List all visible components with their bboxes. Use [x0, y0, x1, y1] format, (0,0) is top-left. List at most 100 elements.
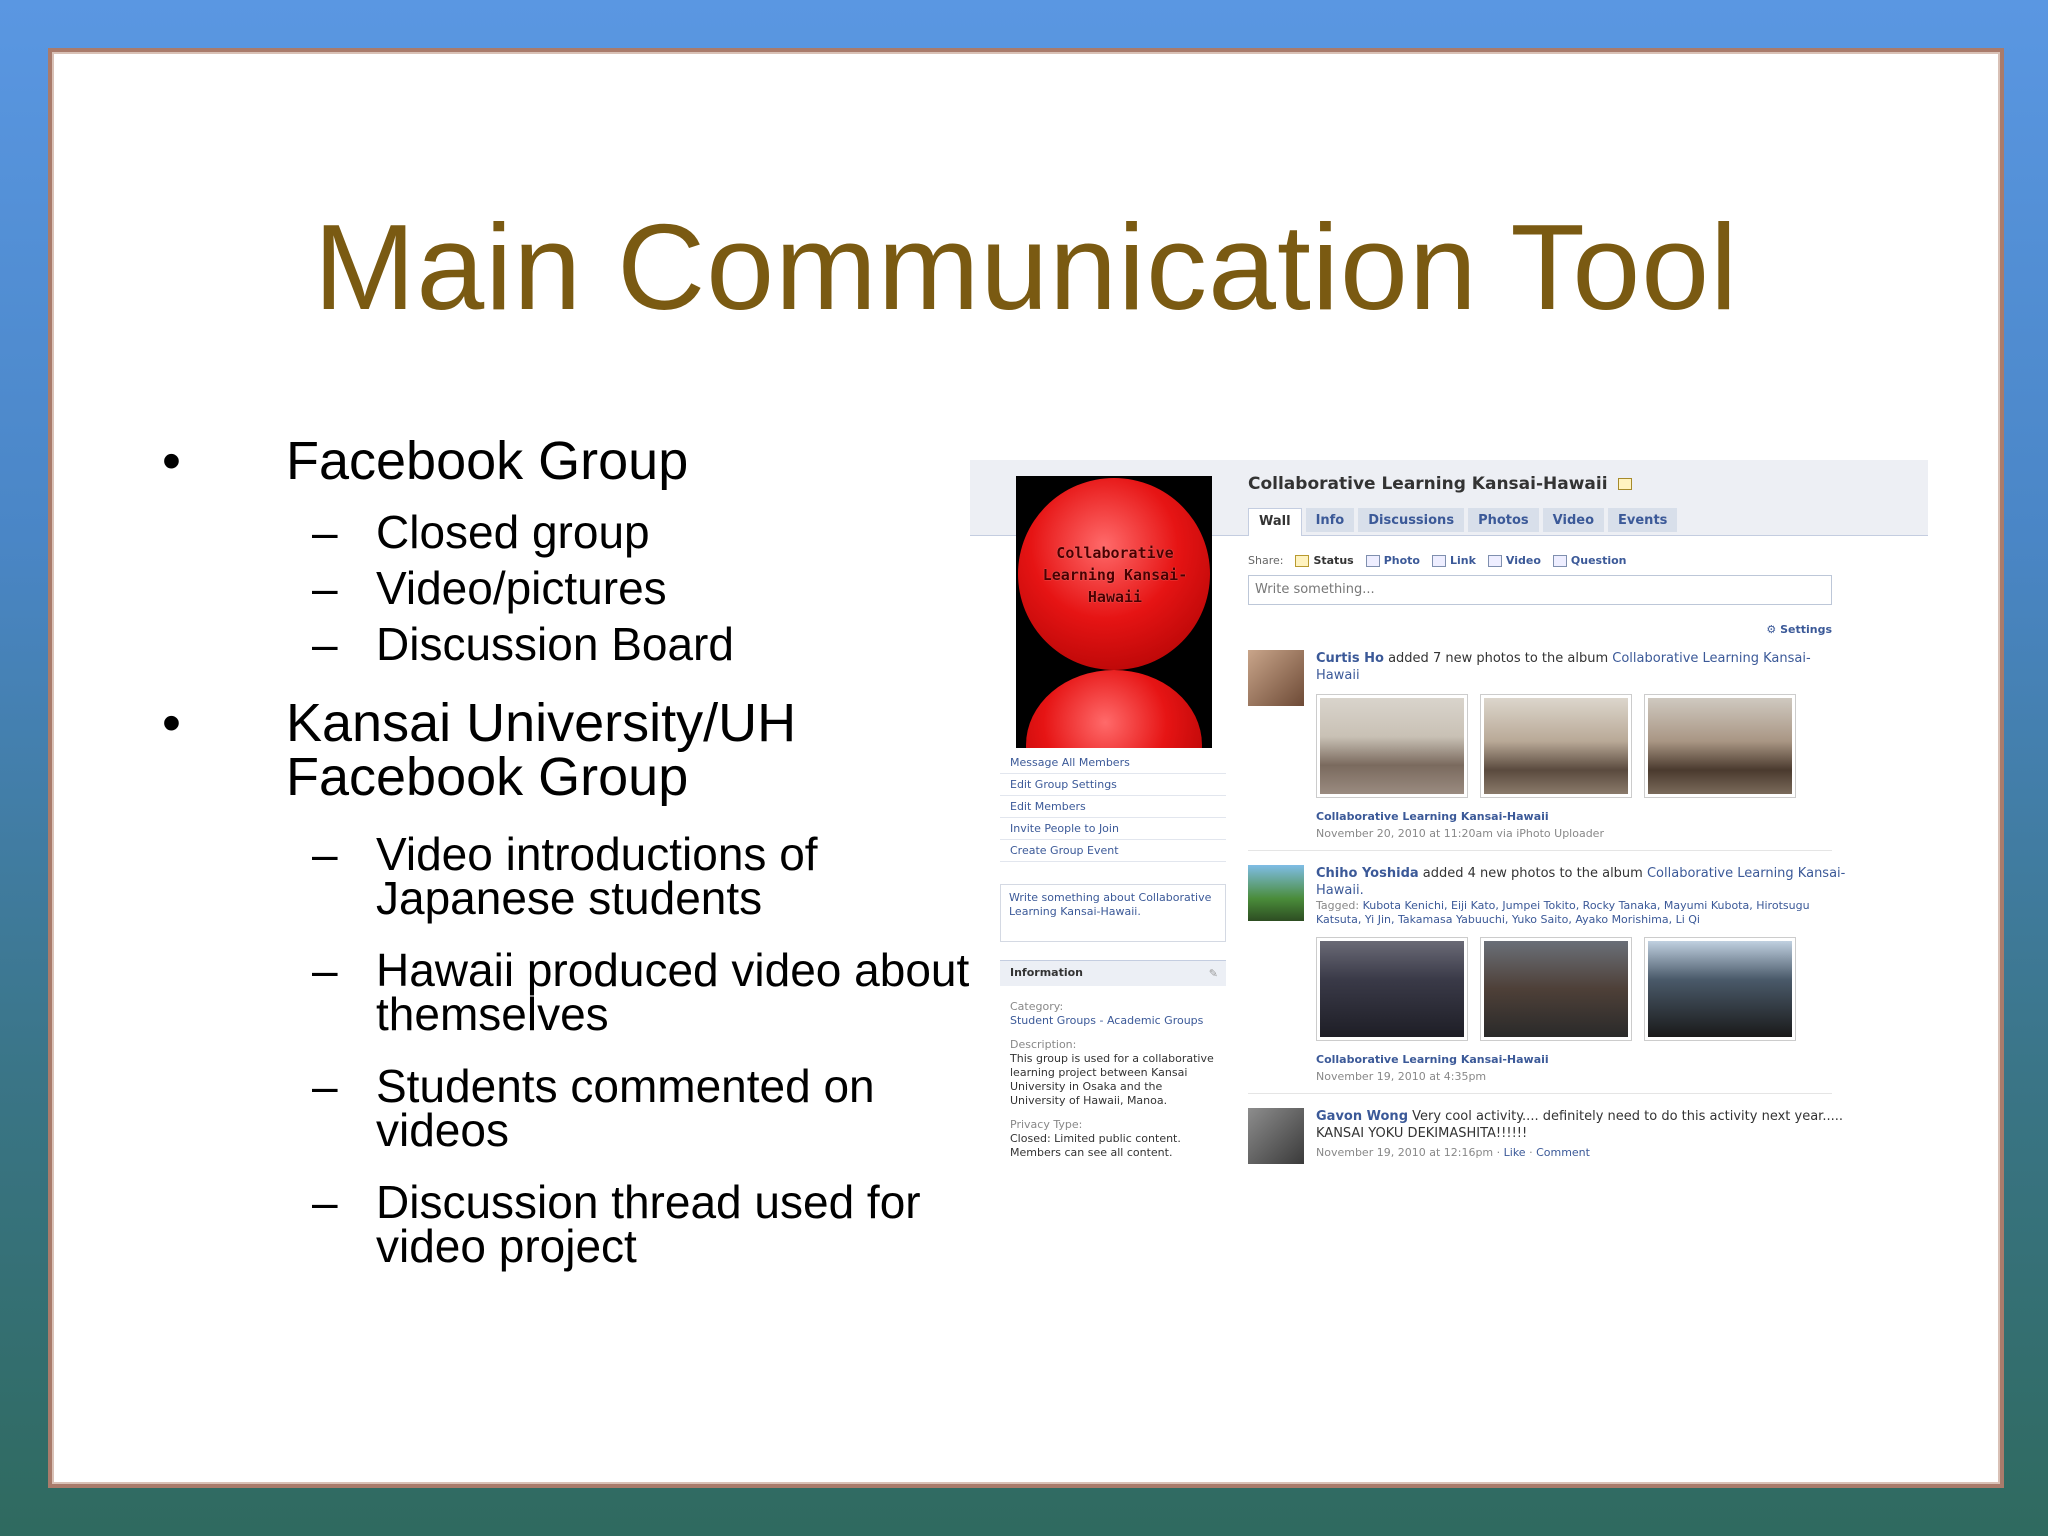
album-title[interactable]: Collaborative Learning Kansai-Hawaii — [1316, 810, 1848, 823]
sub-bullet-item: – Video/pictures — [162, 565, 1022, 611]
dash-glyph: – — [312, 1060, 338, 1112]
share-question-button[interactable]: Question — [1552, 554, 1627, 567]
group-title: Collaborative Learning Kansai-Hawaii — [1248, 474, 1632, 494]
share-photo-label: Photo — [1383, 554, 1420, 567]
post-meta: November 19, 2010 at 12:16pm · Like · Co… — [1316, 1146, 1848, 1159]
group-icon — [1617, 478, 1632, 490]
avatar[interactable] — [1248, 865, 1304, 921]
wall-post: Curtis Ho added 7 new photos to the albu… — [1248, 650, 1848, 840]
description-value: This group is used for a collaborative l… — [1010, 1052, 1214, 1107]
share-link-button[interactable]: Link — [1431, 554, 1476, 567]
meta-separator: · — [1525, 1146, 1537, 1159]
post-author[interactable]: Chiho Yoshida — [1316, 866, 1419, 881]
share-photo-button[interactable]: Photo — [1365, 554, 1420, 567]
photo-thumbnail[interactable] — [1644, 694, 1796, 798]
category-value[interactable]: Student Groups - Academic Groups — [1010, 1014, 1216, 1028]
post-author[interactable]: Curtis Ho — [1316, 651, 1384, 666]
post-author[interactable]: Gavon Wong — [1316, 1109, 1408, 1124]
photo-strip — [1316, 937, 1848, 1041]
information-box: Information ✎ Category: Student Groups -… — [1000, 960, 1226, 1168]
description-label: Description: — [1010, 1038, 1077, 1051]
classroom-photo — [1648, 698, 1792, 794]
slide-title: Main Communication Tool — [313, 199, 1739, 335]
post-action: added 4 new photos to the album — [1418, 866, 1647, 881]
like-link[interactable]: Like — [1504, 1146, 1526, 1159]
post-text: Chiho Yoshida added 4 new photos to the … — [1316, 865, 1848, 899]
message-all-members-link[interactable]: Message All Members — [1000, 752, 1226, 774]
photo-thumbnail[interactable] — [1644, 937, 1796, 1041]
wall-column: Share: Status Photo Link Video Question … — [1248, 554, 1868, 1164]
tab-info[interactable]: Info — [1305, 508, 1355, 532]
share-link-label: Link — [1449, 554, 1476, 567]
sub-bullet-text: Hawaii produced video about themselves — [376, 944, 970, 1040]
share-status-button[interactable]: Status — [1295, 554, 1354, 567]
sub-bullet-list: – Video introductions of Japanese student… — [162, 828, 1022, 1269]
bullet-list: • Facebook Group – Closed group – Video/pi… — [162, 434, 1022, 1296]
comment-link[interactable]: Comment — [1536, 1146, 1590, 1159]
tagged-names[interactable]: Kubota Kenichi, Eiji Kato, Jumpei Tokito… — [1316, 899, 1810, 926]
bullet-item: • Kansai University/UH Facebook Group — [162, 696, 1022, 804]
photo-thumbnail[interactable] — [1480, 937, 1632, 1041]
photo-thumbnail[interactable] — [1480, 694, 1632, 798]
tab-wall[interactable]: Wall — [1248, 508, 1302, 536]
group-title-text: Collaborative Learning Kansai-Hawaii — [1248, 474, 1608, 494]
dash-glyph: – — [312, 828, 338, 880]
invite-people-link[interactable]: Invite People to Join — [1000, 818, 1226, 840]
dash-glyph: – — [312, 506, 338, 558]
avatar[interactable] — [1248, 650, 1304, 706]
divider — [1248, 850, 1832, 851]
group-tabs: Wall Info Discussions Photos Video Event… — [1248, 508, 1678, 536]
wall-post: Chiho Yoshida added 4 new photos to the … — [1248, 865, 1848, 1083]
question-icon — [1552, 554, 1567, 567]
tagged-label: Tagged: — [1316, 899, 1360, 912]
divider — [1248, 1093, 1832, 1094]
post-text: Gavon Wong Very cool activity.... defini… — [1316, 1108, 1848, 1142]
photo-thumbnail[interactable] — [1316, 937, 1468, 1041]
tab-photos[interactable]: Photos — [1468, 508, 1539, 532]
tab-events[interactable]: Events — [1608, 508, 1678, 532]
share-video-button[interactable]: Video — [1487, 554, 1541, 567]
dash-glyph: – — [312, 944, 338, 996]
create-group-event-link[interactable]: Create Group Event — [1000, 840, 1226, 862]
post-date: November 19, 2010 at 12:16pm · — [1316, 1146, 1504, 1159]
pencil-icon[interactable]: ✎ — [1209, 967, 1218, 980]
post-action: added 7 new photos to the album — [1383, 651, 1613, 666]
category-label: Category: — [1010, 1000, 1064, 1013]
edit-group-settings-link[interactable]: Edit Group Settings — [1000, 774, 1226, 796]
write-something-input[interactable]: Write something... — [1248, 575, 1832, 605]
bullet-text: Facebook Group — [286, 431, 689, 491]
tab-discussions[interactable]: Discussions — [1358, 508, 1465, 532]
tab-video[interactable]: Video — [1542, 508, 1605, 532]
facebook-group-screenshot: Collaborative Learning Kansai-Hawaii Col… — [970, 460, 1928, 1220]
album-title[interactable]: Collaborative Learning Kansai-Hawaii — [1316, 1053, 1848, 1066]
group-logo: Collaborative Learning Kansai-Hawaii — [1016, 476, 1212, 748]
sub-bullet-text: Video introductions of Japanese students — [376, 828, 818, 924]
post-text: Curtis Ho added 7 new photos to the albu… — [1316, 650, 1848, 684]
slide: Main Communication Tool • Facebook Group… — [48, 48, 2004, 1488]
settings-link[interactable]: ⚙ Settings — [1248, 623, 1832, 636]
photo-thumbnail[interactable] — [1316, 694, 1468, 798]
sub-bullet-text: Students commented on videos — [376, 1060, 875, 1156]
share-label: Share: — [1248, 554, 1284, 567]
bullet-item: • Facebook Group — [162, 434, 1022, 488]
privacy-value: Closed: Limited public content. Members … — [1010, 1132, 1181, 1159]
share-bar: Share: Status Photo Link Video Question — [1248, 554, 1868, 567]
bullet-text: Kansai University/UH Facebook Group — [286, 693, 797, 807]
information-header: Information ✎ — [1000, 960, 1226, 986]
write-about-box[interactable]: Write something about Collaborative Lear… — [1000, 884, 1226, 942]
classroom-photo — [1484, 698, 1628, 794]
edit-members-link[interactable]: Edit Members — [1000, 796, 1226, 818]
logo-text: Collaborative Learning Kansai-Hawaii — [1042, 544, 1188, 606]
avatar[interactable] — [1248, 1108, 1304, 1164]
sub-bullet-text: Video/pictures — [376, 562, 667, 614]
sub-bullet-item: – Hawaii produced video about themselves — [162, 944, 1022, 1037]
status-icon — [1295, 554, 1310, 567]
share-video-label: Video — [1505, 554, 1541, 567]
photo-icon — [1365, 554, 1380, 567]
tagged-list: Tagged: Kubota Kenichi, Eiji Kato, Jumpe… — [1316, 899, 1848, 927]
post-meta: November 20, 2010 at 11:20am via iPhoto … — [1316, 827, 1604, 840]
logo-ball-bottom — [1026, 670, 1202, 748]
sub-bullet-item: – Discussion Board — [162, 621, 1022, 667]
sub-bullet-item: – Students commented on videos — [162, 1060, 1022, 1153]
sub-bullet-item: – Discussion thread used for video projec… — [162, 1179, 1022, 1269]
